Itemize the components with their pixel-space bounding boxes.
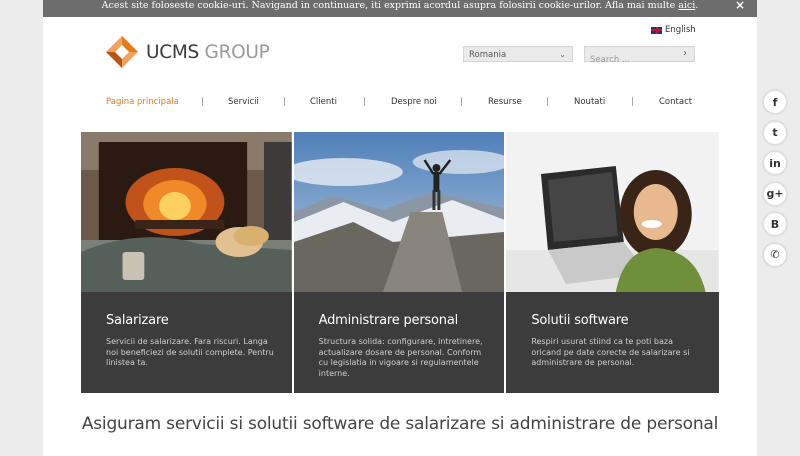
tile-description: Respiri usurat stiind ca te poti baza or…: [531, 337, 690, 367]
logo-text-ucms: UCMS: [146, 41, 205, 63]
service-tiles: Salarizare Servicii de salarizare. Fara …: [81, 132, 719, 393]
linkedin-icon[interactable]: in: [763, 151, 787, 175]
nav-separator: |: [546, 97, 549, 107]
blogger-icon[interactable]: B: [763, 212, 787, 236]
social-bar: f t in g+ B ✆: [763, 90, 787, 273]
nav-separator: |: [363, 97, 366, 107]
cookie-more-link[interactable]: aici: [678, 0, 695, 11]
nav-separator: |: [201, 97, 204, 107]
tile-caption: Salarizare Servicii de salarizare. Fara …: [81, 292, 292, 393]
fireplace-sleeping-image: [81, 132, 292, 292]
tile-description: Servicii de salarizare. Fara riscuri. La…: [106, 337, 274, 367]
search-box: ›: [584, 46, 695, 67]
cookie-bar: Acest site foloseste cookie-uri. Navigan…: [43, 0, 757, 17]
close-icon[interactable]: ×: [735, 0, 745, 11]
search-submit-icon[interactable]: ›: [683, 47, 687, 61]
woman-laptop-image: [506, 132, 719, 292]
nav-item-despre-noi[interactable]: Despre noi: [391, 97, 437, 107]
facebook-icon[interactable]: f: [763, 90, 787, 114]
tile-caption: Administrare personal Structura solida: …: [293, 292, 505, 393]
tile-title: Administrare personal: [318, 313, 459, 328]
main-nav: Pagina principala | Servicii | Clienti |…: [0, 97, 800, 109]
nav-item-home[interactable]: Pagina principala: [106, 97, 179, 107]
cookie-text: Acest site foloseste cookie-uri. Navigan…: [101, 0, 679, 11]
tile-title: Solutii software: [531, 313, 629, 328]
nav-item-clienti[interactable]: Clienti: [310, 97, 337, 107]
language-switch[interactable]: English: [651, 25, 696, 35]
cookie-period: .: [695, 0, 699, 11]
uk-flag-icon: [651, 26, 662, 34]
nav-item-noutati[interactable]: Noutati: [574, 97, 605, 107]
nav-item-contact[interactable]: Contact: [659, 97, 692, 107]
nav-separator: |: [283, 97, 286, 107]
google-plus-icon[interactable]: g+: [763, 181, 787, 206]
logo-text-group: GROUP: [204, 41, 270, 63]
logo-text: UCMS GROUP: [146, 42, 270, 63]
mountain-climber-image: [293, 132, 505, 292]
phone-icon[interactable]: ✆: [763, 242, 787, 267]
language-label: English: [665, 25, 696, 35]
tile-description: Structura solida: configurare, intretine…: [318, 337, 483, 378]
tile-administrare-personal[interactable]: Administrare personal Structura solida: …: [293, 132, 507, 393]
tile-salarizare[interactable]: Salarizare Servicii de salarizare. Fara …: [81, 132, 294, 393]
nav-item-servicii[interactable]: Servicii: [228, 97, 259, 107]
country-select-value: Romania: [469, 50, 507, 60]
tile-title: Salarizare: [106, 313, 169, 328]
twitter-icon[interactable]: t: [763, 120, 787, 145]
nav-separator: |: [460, 97, 463, 107]
logo-mark-icon: [106, 36, 138, 68]
nav-separator: |: [631, 97, 634, 107]
tile-caption: Solutii software Respiri usurat stiind c…: [506, 292, 719, 393]
logo[interactable]: UCMS GROUP: [106, 36, 270, 68]
search-input[interactable]: [585, 53, 683, 67]
tile-solutii-software[interactable]: Solutii software Respiri usurat stiind c…: [506, 132, 719, 393]
chevron-down-icon: ⌄: [559, 50, 566, 59]
country-select[interactable]: Romania ⌄: [463, 46, 573, 62]
page-tagline: Asiguram servicii si solutii software de…: [81, 414, 719, 434]
nav-item-resurse[interactable]: Resurse: [488, 97, 522, 107]
